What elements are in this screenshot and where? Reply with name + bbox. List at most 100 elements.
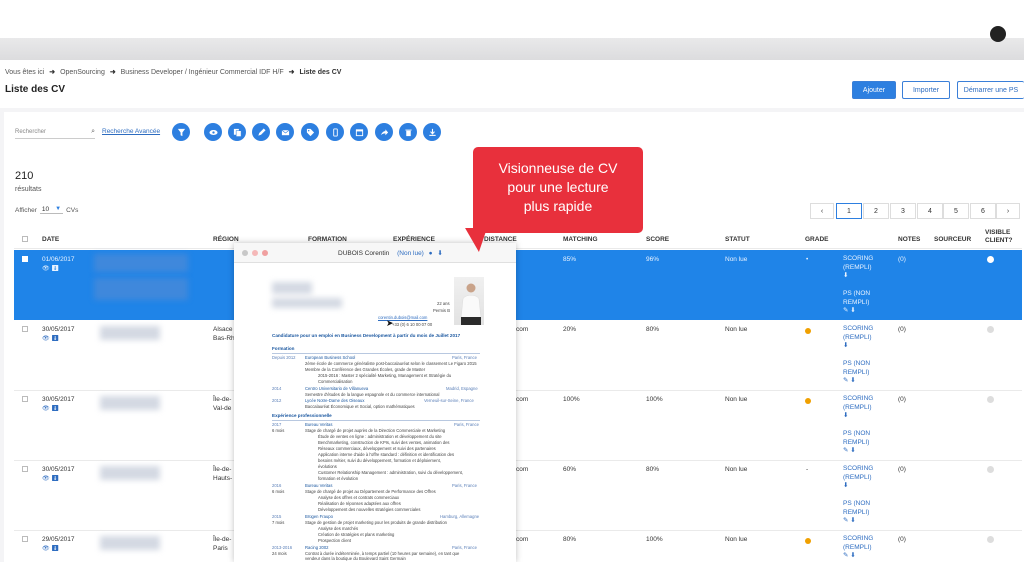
grade-dot	[805, 328, 811, 334]
row-notes[interactable]: (0)	[898, 255, 906, 264]
pagination-next-button[interactable]: ›	[996, 203, 1020, 219]
calendar-icon[interactable]	[350, 123, 368, 141]
ps-label: PS (NON	[843, 360, 871, 367]
row-checkbox[interactable]	[22, 256, 28, 262]
visible-toggle[interactable]	[987, 536, 994, 543]
edit-icon[interactable]: ✎ ⬇	[843, 307, 870, 316]
eye-icon[interactable]: ●	[429, 250, 433, 257]
advanced-search-link[interactable]: Recherche Avancée	[102, 128, 160, 135]
scoring-label: SCORING	[843, 535, 874, 542]
download-icon[interactable]: ⬇	[843, 272, 873, 281]
select-all-checkbox[interactable]	[22, 236, 28, 242]
breadcrumb-item-job[interactable]: Business Developer / Ingénieur Commercia…	[121, 69, 284, 76]
envelope-icon[interactable]	[276, 123, 294, 141]
col-notes[interactable]: NOTES	[898, 236, 920, 243]
cv-f2-place: Madrid, Espagne	[446, 386, 478, 391]
row-ps-link[interactable]: PS (NON REMPLI) ✎ ⬇	[843, 360, 870, 386]
col-score[interactable]: SCORE	[646, 236, 669, 243]
pencil-icon[interactable]	[252, 123, 270, 141]
eye-icon[interactable]	[204, 123, 222, 141]
pagination-page-3[interactable]: 3	[890, 203, 916, 219]
window-maximize-icon[interactable]	[262, 250, 268, 256]
page-size-suffix: CVs	[66, 206, 79, 214]
pagination-page-1[interactable]: 1	[836, 203, 862, 219]
row-checkbox[interactable]	[22, 396, 28, 402]
page-size-prefix: Afficher	[15, 206, 37, 214]
visible-toggle[interactable]	[987, 326, 994, 333]
row-scoring-link[interactable]: SCORING (REMPLI) ⬇	[843, 325, 873, 351]
row-checkbox[interactable]	[22, 536, 28, 542]
row-statut: Non lue	[725, 466, 748, 473]
pagination-page-5[interactable]: 5	[943, 203, 969, 219]
pagination-prev-button[interactable]: ‹	[810, 203, 834, 219]
edit-icon[interactable]: ✎ ⬇	[843, 447, 870, 456]
download-icon[interactable]: ⬇	[843, 342, 873, 351]
download-icon[interactable]: ⬇	[843, 412, 873, 421]
row-scoring-link[interactable]: SCORING (REMPLI) ✎ ⬇	[843, 535, 873, 561]
copy-icon[interactable]	[228, 123, 246, 141]
row-scoring-link[interactable]: SCORING (REMPLI) ⬇	[843, 395, 873, 421]
visible-toggle[interactable]	[987, 396, 994, 403]
candidate-info-blurred	[94, 278, 188, 300]
cv-name-blurred	[272, 282, 312, 294]
row-notes[interactable]: (0)	[898, 325, 906, 334]
mobile-icon[interactable]	[326, 123, 344, 141]
row-statut: Non lue	[725, 256, 748, 263]
col-statut[interactable]: STATUT	[725, 236, 750, 243]
row-score: 80%	[646, 326, 660, 333]
add-button[interactable]: Ajouter	[852, 81, 896, 99]
col-formation[interactable]: FORMATION	[308, 236, 347, 243]
row-checkbox[interactable]	[22, 326, 28, 332]
row-ps-link[interactable]: PS (NON REMPLI) ✎ ⬇	[843, 430, 870, 456]
search-input[interactable]: Rechercher ⌕	[15, 125, 95, 139]
row-region-sub: Paris	[213, 545, 228, 552]
trash-icon[interactable]	[399, 123, 417, 141]
user-avatar-icon[interactable]	[990, 26, 1006, 42]
row-actions[interactable]: 👁 ⬇	[42, 545, 59, 552]
pagination-page-2[interactable]: 2	[863, 203, 889, 219]
window-minimize-icon[interactable]	[252, 250, 258, 256]
row-region: Île-de-	[213, 396, 232, 403]
page-size-select[interactable]: 10 ▼	[39, 206, 64, 214]
search-icon[interactable]: ⌕	[91, 128, 95, 136]
col-date[interactable]: DATE	[42, 236, 59, 243]
col-sourceur[interactable]: SOURCEUR	[934, 236, 971, 243]
edit-icon[interactable]: ✎ ⬇	[843, 552, 873, 561]
edit-icon[interactable]: ✎ ⬇	[843, 517, 870, 526]
tag-icon[interactable]	[301, 123, 319, 141]
row-ps-link[interactable]: PS (NON REMPLI) ✎ ⬇	[843, 290, 870, 316]
row-actions[interactable]: 👁 ⬇	[42, 335, 59, 342]
row-actions[interactable]: 👁 ⬇	[42, 405, 59, 412]
download-icon[interactable]	[423, 123, 441, 141]
share-icon[interactable]	[375, 123, 393, 141]
filter-icon[interactable]	[172, 123, 190, 141]
cv-read-status: (Non lue)	[397, 250, 424, 257]
breadcrumb-item-opensourcing[interactable]: OpenSourcing	[60, 69, 105, 76]
download-icon[interactable]: ⬇	[437, 250, 442, 257]
col-region[interactable]: RÉGION	[213, 236, 239, 243]
row-notes[interactable]: (0)	[898, 465, 906, 474]
import-button[interactable]: Importer	[902, 81, 950, 99]
download-icon[interactable]: ⬇	[843, 482, 873, 491]
candidate-name-blurred	[94, 254, 188, 272]
edit-icon[interactable]: ✎ ⬇	[843, 377, 870, 386]
row-notes[interactable]: (0)	[898, 535, 906, 544]
row-scoring-link[interactable]: SCORING (REMPLI) ⬇	[843, 255, 873, 281]
col-grade[interactable]: GRADE	[805, 236, 828, 243]
pagination-page-4[interactable]: 4	[917, 203, 943, 219]
col-visible[interactable]: VISIBLE	[985, 229, 1010, 236]
cv-e4-duration: 24 mois	[272, 551, 287, 556]
row-notes[interactable]: (0)	[898, 395, 906, 404]
row-ps-link[interactable]: PS (NON REMPLI) ✎ ⬇	[843, 500, 870, 526]
pagination-page-6[interactable]: 6	[970, 203, 996, 219]
row-actions[interactable]: 👁 ⬇	[42, 475, 59, 482]
row-checkbox[interactable]	[22, 466, 28, 472]
row-scoring-link[interactable]: SCORING (REMPLI) ⬇	[843, 465, 873, 491]
visible-toggle[interactable]	[987, 256, 994, 263]
start-ps-button[interactable]: Démarrer une PS	[957, 81, 1024, 99]
visible-toggle[interactable]	[987, 466, 994, 473]
window-close-icon[interactable]	[242, 250, 248, 256]
col-matching[interactable]: MATCHING	[563, 236, 598, 243]
row-actions[interactable]: 👁 ⬇	[42, 265, 59, 272]
col-experience[interactable]: EXPÉRIENCE	[393, 236, 435, 243]
